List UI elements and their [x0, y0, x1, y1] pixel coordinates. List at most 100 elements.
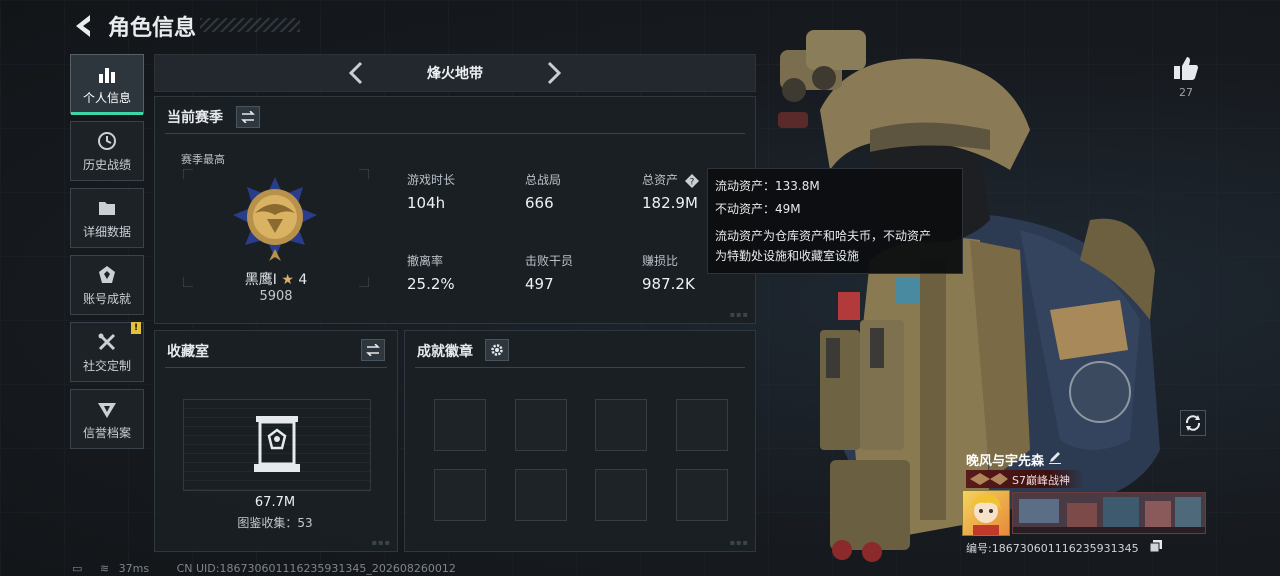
- stat-label-text: 总资产: [642, 173, 679, 187]
- display-case-icon: [254, 416, 300, 472]
- achievements-panel: 成就徽章 ▪▪▪: [404, 330, 756, 552]
- sidebar-item-credit[interactable]: 信誉档案: [70, 389, 144, 449]
- next-map-arrow-icon[interactable]: [539, 59, 567, 87]
- banner-image: [1013, 493, 1205, 533]
- badge-slot[interactable]: [676, 469, 728, 521]
- edit-pencil-icon[interactable]: [1048, 450, 1062, 464]
- gear-icon: [491, 344, 503, 356]
- stat-value: 182.9M: [642, 194, 698, 212]
- achievement-settings-button[interactable]: [485, 339, 509, 361]
- season-best-label: 赛季最高: [181, 153, 225, 166]
- corner-decoration: ▪▪▪: [729, 538, 749, 547]
- badge-slot[interactable]: [595, 469, 647, 521]
- bar-chart-icon: [99, 67, 115, 83]
- badge-slot[interactable]: [676, 399, 728, 451]
- collection-value: 67.7M: [254, 495, 296, 510]
- rank-title: 黑鹰Ⅰ: [244, 272, 277, 288]
- badge-slot[interactable]: [434, 399, 486, 451]
- player-title-tag: S7巅峰战神: [966, 470, 1084, 488]
- season-title: 当前赛季: [167, 110, 223, 126]
- notification-badge: !: [131, 322, 141, 334]
- title-emblem-icon: [970, 473, 1008, 485]
- badge-slot[interactable]: [515, 399, 567, 451]
- profile-banner[interactable]: [1012, 492, 1206, 534]
- tools-icon: [98, 333, 116, 350]
- divider: [165, 133, 745, 134]
- stat-value: 104h: [407, 194, 446, 212]
- tooltip-note-line2: 为特勤处设施和收藏室设施: [715, 249, 860, 263]
- rank-score: 5908: [259, 289, 293, 304]
- rank-medal-icon: [233, 177, 317, 261]
- swap-icon: [366, 344, 380, 356]
- ping-value: 37ms: [118, 562, 150, 575]
- stat-value: 666: [525, 194, 554, 212]
- collection-display[interactable]: [183, 399, 371, 491]
- sidebar-item-label: 详细数据: [82, 224, 131, 239]
- sidebar: 个人信息 历史战绩 详细数据 账号成就 ! 社交定制 信誉档案: [70, 54, 144, 456]
- credit-icon: [98, 402, 116, 418]
- like-count: 27: [1179, 86, 1193, 99]
- player-id: 编号:1867306011162359313​45: [966, 542, 1139, 555]
- liquid-assets: 流动资产：133.8M: [715, 179, 820, 193]
- player-title-text: S7巅峰战神: [1012, 474, 1070, 487]
- badge-slot[interactable]: [434, 469, 486, 521]
- collection-panel: 收藏室 67.7M 图鉴收集：53 ▪▪▪: [154, 330, 398, 552]
- stat-label: 击败干员: [525, 254, 574, 268]
- stat-label: 撤离率: [407, 254, 444, 268]
- help-icon[interactable]: ?: [684, 173, 699, 188]
- rank-stars: 4: [298, 272, 308, 288]
- achievements-title: 成就徽章: [417, 344, 473, 360]
- sidebar-item-label: 个人信息: [82, 90, 131, 105]
- stat-value: 25.2%: [407, 275, 455, 293]
- stat-value: 497: [525, 275, 554, 293]
- avatar-image: [971, 494, 1001, 535]
- refresh-icon[interactable]: [1180, 410, 1206, 436]
- sidebar-item-label: 信誉档案: [82, 425, 131, 440]
- title-decoration: [200, 18, 300, 32]
- battery-icon: ▭: [72, 562, 83, 575]
- wifi-icon: ≋: [99, 562, 110, 575]
- stat-total-assets: 总资产 ? 182.9M: [642, 171, 699, 212]
- stat-label: 总资产 ?: [642, 171, 699, 188]
- page-title: 角色信息: [108, 16, 197, 41]
- rank-name: 黑鹰Ⅰ ★ 4: [183, 269, 369, 289]
- corner-decoration: ▪▪▪: [371, 538, 391, 547]
- sidebar-item-label: 账号成就: [82, 291, 131, 306]
- sidebar-item-personal-info[interactable]: 个人信息: [70, 54, 144, 115]
- swap-icon: [241, 111, 255, 123]
- stat-value: 987.2K: [642, 275, 695, 293]
- stat-play-time: 游戏时长 104h: [407, 171, 455, 212]
- avatar[interactable]: [962, 490, 1010, 536]
- stat-extraction-rate: 撤离率 25.2%: [407, 252, 455, 293]
- season-panel: 当前赛季 赛季最高 黑鹰Ⅰ ★ 4 5908 游戏时长 104h 总战局 666…: [154, 96, 756, 324]
- switch-collection-button[interactable]: [361, 339, 385, 361]
- tooltip-note-line1: 流动资产为仓库资产和哈夫币，不动资产: [715, 229, 932, 243]
- assets-tooltip: 流动资产：133.8M 不动资产：49M 流动资产为仓库资产和哈夫币，不动资产 …: [707, 168, 963, 274]
- sidebar-item-achievements[interactable]: 账号成就: [70, 255, 144, 315]
- like-thumb-icon[interactable]: [1172, 54, 1200, 82]
- status-bar: ▭ ≋ 37ms CN UID:1867306011162359313​45_2…: [72, 562, 456, 575]
- sidebar-item-detailed-data[interactable]: 详细数据: [70, 188, 144, 248]
- switch-season-button[interactable]: [236, 106, 260, 128]
- sidebar-item-social[interactable]: ! 社交定制: [70, 322, 144, 382]
- stat-label: 游戏时长: [407, 173, 456, 187]
- badge-slot[interactable]: [515, 469, 567, 521]
- copy-icon[interactable]: [1150, 540, 1162, 552]
- back-arrow-icon[interactable]: [70, 12, 98, 40]
- stat-total-matches: 总战局 666: [525, 171, 561, 212]
- corner-decoration: ▪▪▪: [729, 310, 749, 319]
- stat-profit-ratio: 赚损比 987.2K: [642, 252, 695, 293]
- sidebar-item-history[interactable]: 历史战绩: [70, 121, 144, 181]
- folder-icon: [99, 201, 115, 215]
- sidebar-item-label: 社交定制: [82, 358, 131, 373]
- stat-label: 总战局: [525, 173, 562, 187]
- history-icon: [98, 131, 116, 150]
- map-selector: 烽火地带: [154, 54, 756, 92]
- uid-text: CN UID:1867306011162359313​45_2026082600…: [176, 562, 456, 575]
- svg-text:?: ?: [689, 177, 694, 187]
- star-icon: ★: [281, 272, 294, 288]
- fixed-assets: 不动资产：49M: [715, 202, 801, 216]
- badge-slot[interactable]: [595, 399, 647, 451]
- divider: [165, 367, 387, 368]
- map-name: 烽火地带: [427, 66, 483, 82]
